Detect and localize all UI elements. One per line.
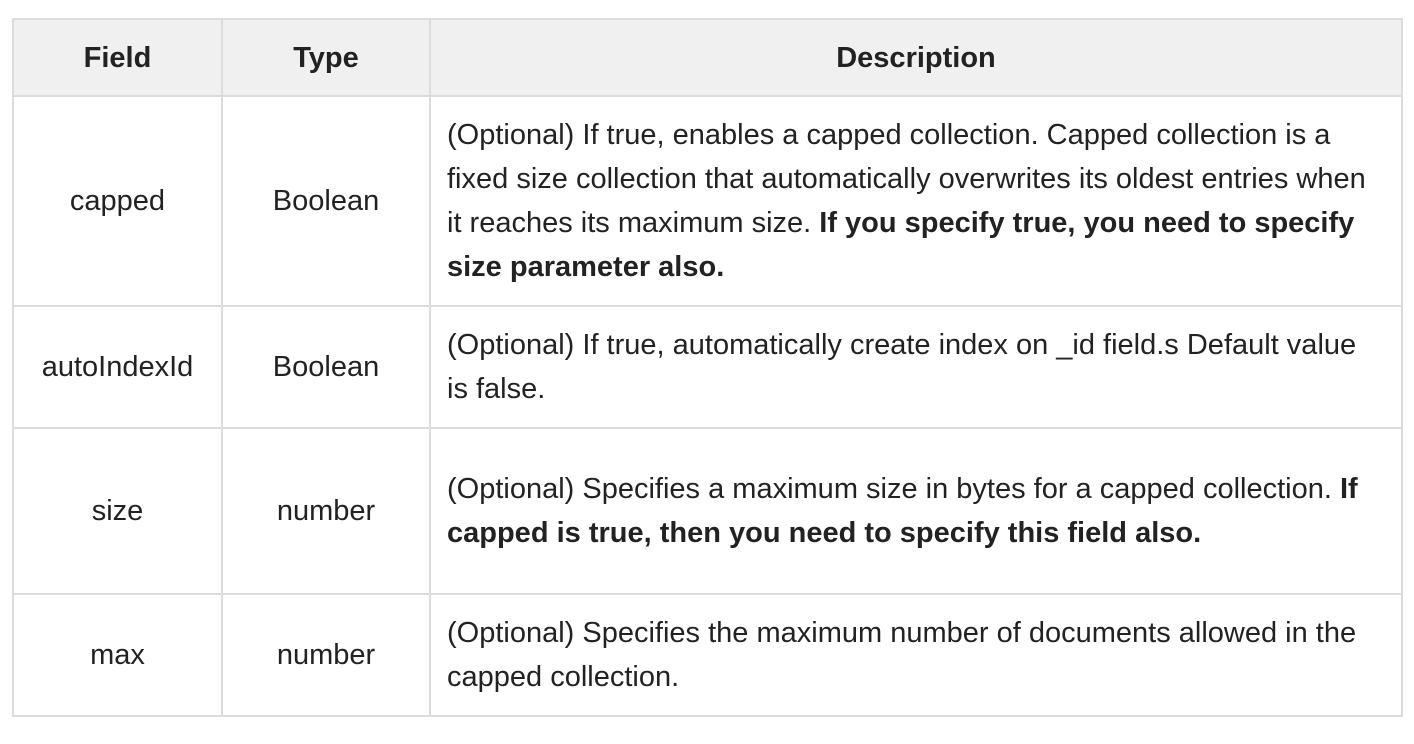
header-description: Description	[429, 18, 1403, 97]
table-row: capped Boolean (Optional) If true, enabl…	[12, 95, 1403, 307]
table-row: autoIndexId Boolean (Optional) If true, …	[12, 305, 1403, 429]
table-row: size number (Optional) Specifies a maxim…	[12, 427, 1403, 595]
options-table: Field Type Description capped Boolean (O…	[12, 18, 1403, 717]
table-row: max number (Optional) Specifies the maxi…	[12, 593, 1403, 717]
description-cell: (Optional) Specifies the maximum number …	[429, 593, 1403, 717]
description-cell: (Optional) If true, automatically create…	[429, 305, 1403, 429]
description-text: (Optional) If true, automatically create…	[447, 329, 1357, 405]
type-cell: number	[221, 593, 431, 717]
field-cell: autoIndexId	[12, 305, 223, 429]
description-cell: (Optional) If true, enables a capped col…	[429, 95, 1403, 307]
table-header: Field Type Description	[12, 18, 1403, 97]
field-cell: capped	[12, 95, 223, 307]
description-cell: (Optional) Specifies a maximum size in b…	[429, 427, 1403, 595]
header-field: Field	[12, 18, 223, 97]
description-text: (Optional) Specifies the maximum number …	[447, 617, 1357, 693]
type-cell: number	[221, 427, 431, 595]
header-row: Field Type Description	[12, 18, 1403, 97]
type-cell: Boolean	[221, 95, 431, 307]
type-cell: Boolean	[221, 305, 431, 429]
table-body: capped Boolean (Optional) If true, enabl…	[12, 95, 1403, 717]
header-type: Type	[221, 18, 431, 97]
description-text: (Optional) Specifies a maximum size in b…	[447, 473, 1332, 505]
field-cell: size	[12, 427, 223, 595]
field-cell: max	[12, 593, 223, 717]
